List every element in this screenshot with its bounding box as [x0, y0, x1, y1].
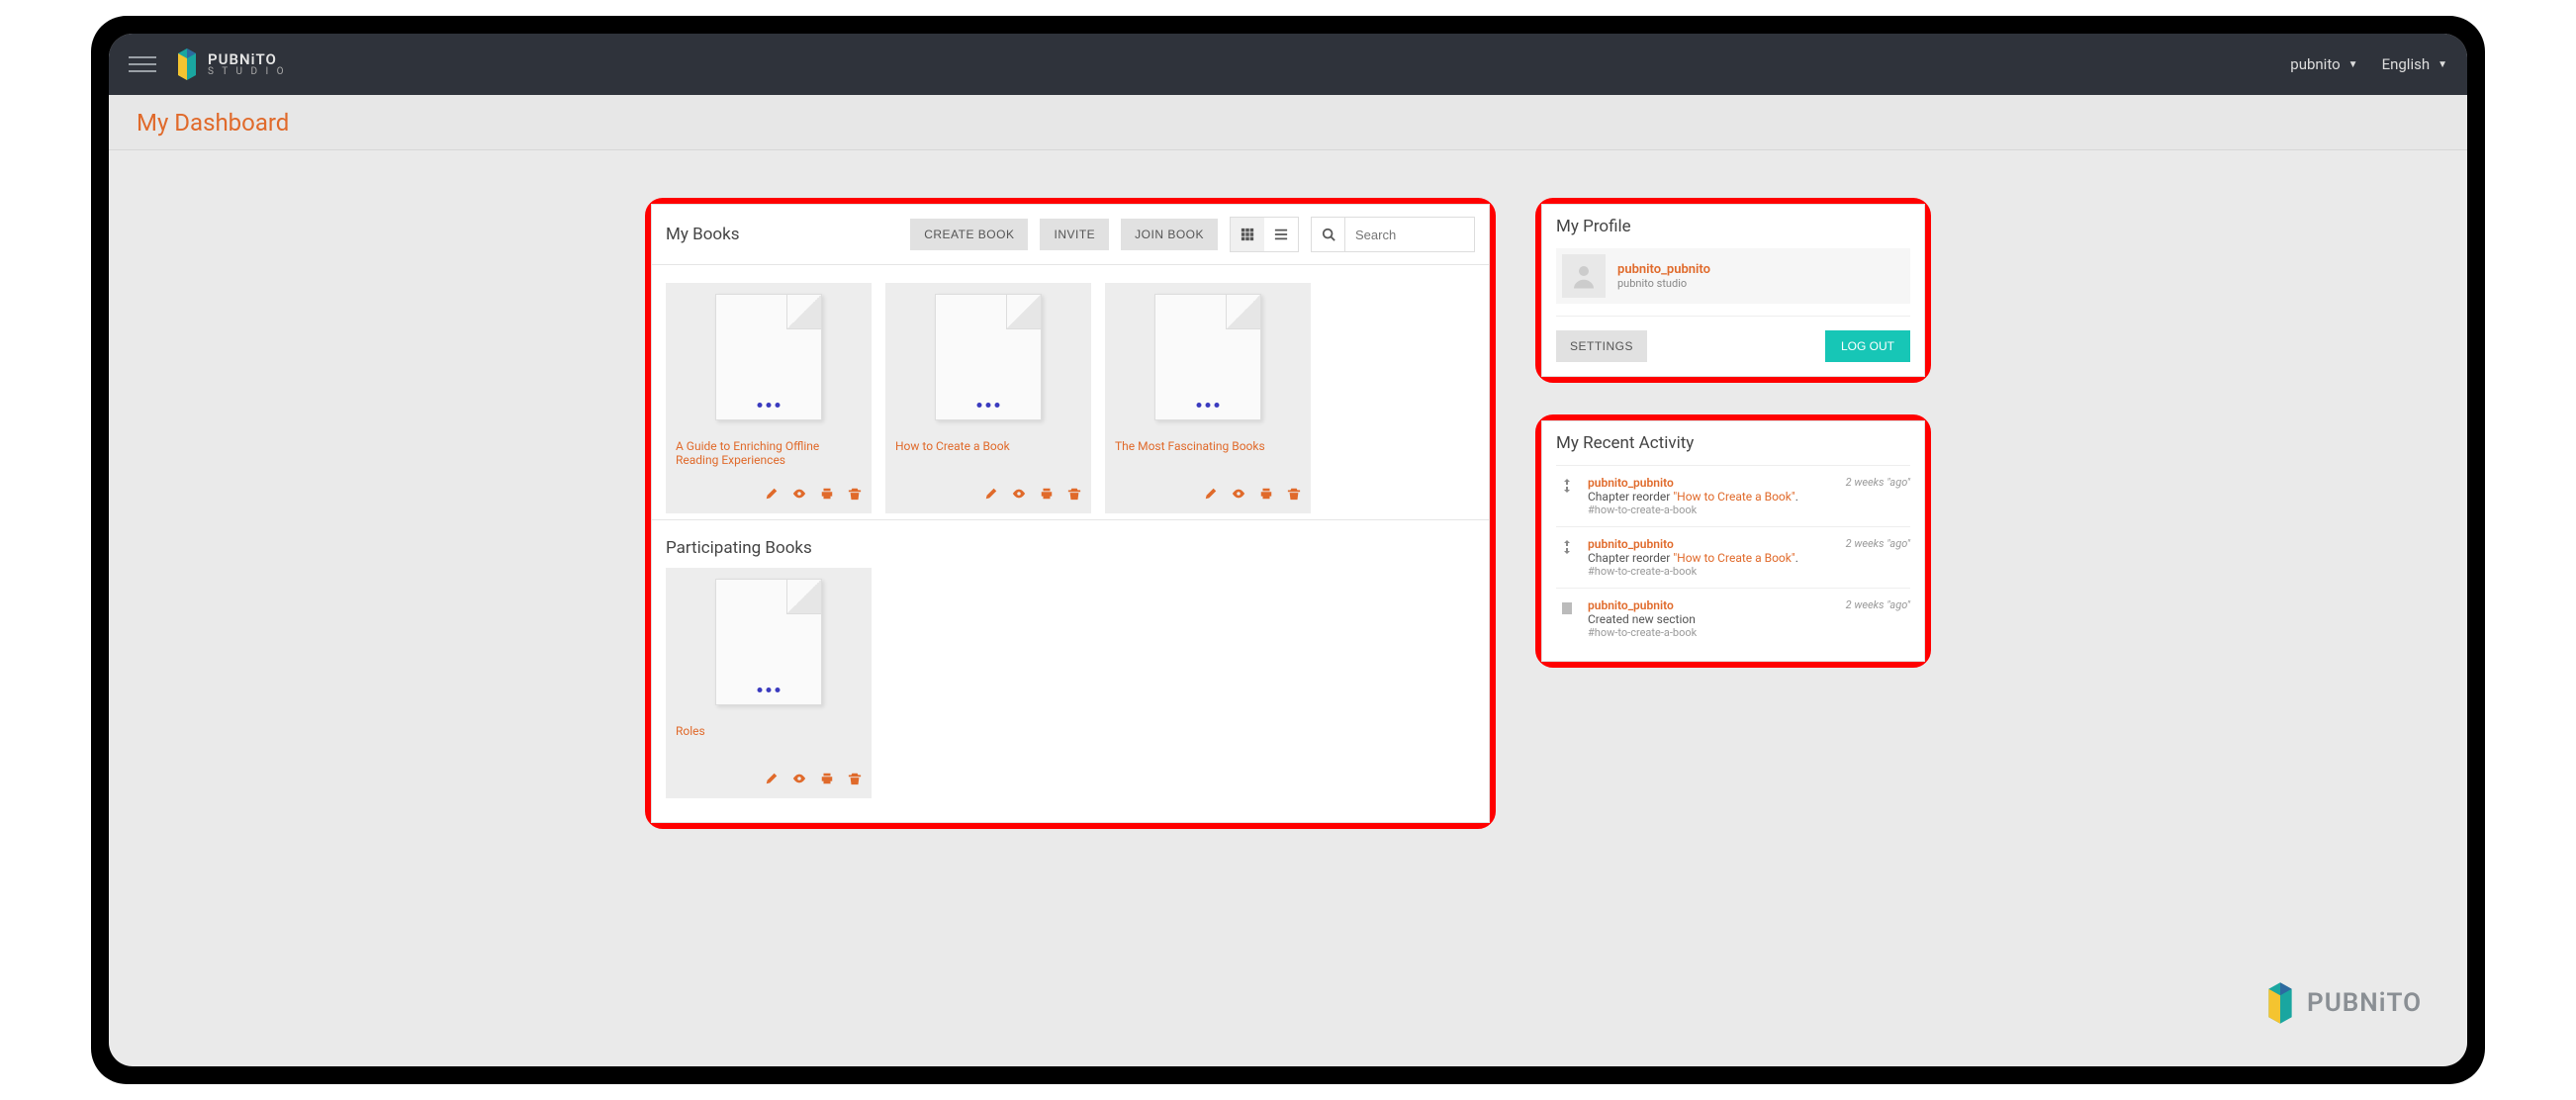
search-icon: [1322, 228, 1335, 241]
user-dropdown[interactable]: pubnito ▼: [2290, 55, 2357, 73]
book-cover: [666, 568, 872, 716]
logo-icon: [2263, 981, 2297, 1025]
activity-list: pubnito_pubnito Chapter reorder "How to …: [1556, 465, 1910, 649]
mybooks-title: My Books: [666, 225, 739, 244]
brand-sub: S T U D I O: [208, 67, 287, 77]
book-card[interactable]: How to Create a Book: [885, 283, 1091, 513]
edit-icon[interactable]: [765, 772, 779, 788]
activity-tag: #how-to-create-a-book: [1588, 504, 1836, 516]
activity-time: 2 weeks "ago": [1846, 598, 1910, 639]
view-icon[interactable]: [1012, 487, 1026, 504]
books-panel: My Books CREATE BOOK INVITE JOIN BOOK: [645, 198, 1496, 829]
edit-icon[interactable]: [984, 487, 998, 504]
participating-grid: Roles: [666, 568, 1475, 816]
book-title: The Most Fascinating Books: [1105, 431, 1311, 483]
activity-panel: My Recent Activity pubnito_pubnito Chapt…: [1535, 414, 1931, 668]
activity-user: pubnito_pubnito: [1588, 537, 1674, 551]
activity-tag: #how-to-create-a-book: [1588, 565, 1836, 578]
profile-panel: My Profile pubnito_pubnito pubnito studi…: [1535, 198, 1931, 383]
activity-icon: [1556, 537, 1578, 578]
view-icon[interactable]: [1232, 487, 1245, 504]
delete-icon[interactable]: [848, 772, 862, 788]
book-title: How to Create a Book: [885, 431, 1091, 483]
settings-button[interactable]: SETTINGS: [1556, 330, 1647, 362]
activity-user: pubnito_pubnito: [1588, 476, 1674, 490]
book-title: A Guide to Enriching Offline Reading Exp…: [666, 431, 872, 483]
watermark-logo: PUBNiTO: [2263, 981, 2422, 1025]
language-dropdown-label: English: [2382, 55, 2431, 73]
activity-time: 2 weeks "ago": [1846, 476, 1910, 516]
list-view-button[interactable]: [1264, 218, 1298, 251]
titlebar: My Dashboard: [109, 95, 2467, 150]
book-card[interactable]: Roles: [666, 568, 872, 798]
edit-icon[interactable]: [1204, 487, 1218, 504]
activity-icon: [1556, 476, 1578, 516]
activity-time: 2 weeks "ago": [1846, 537, 1910, 578]
caret-down-icon: ▼: [2348, 59, 2358, 70]
print-icon[interactable]: [820, 487, 834, 504]
logout-button[interactable]: LOG OUT: [1825, 330, 1910, 362]
language-dropdown[interactable]: English ▼: [2382, 55, 2447, 73]
delete-icon[interactable]: [848, 487, 862, 504]
view-mode-toggle: [1230, 217, 1299, 252]
print-icon[interactable]: [820, 772, 834, 788]
profile-org: pubnito studio: [1617, 277, 1710, 290]
topbar: PUBNiTO S T U D I O pubnito ▼ English ▼: [109, 34, 2467, 95]
activity-tag: #how-to-create-a-book: [1588, 626, 1836, 639]
view-icon[interactable]: [792, 772, 806, 788]
join-book-button[interactable]: JOIN BOOK: [1121, 219, 1218, 250]
search-button[interactable]: [1312, 218, 1345, 251]
activity-item: pubnito_pubnito Created new section #how…: [1556, 588, 1910, 649]
logo[interactable]: PUBNiTO S T U D I O: [174, 47, 287, 81]
delete-icon[interactable]: [1067, 487, 1081, 504]
caret-down-icon: ▼: [2438, 59, 2447, 70]
profile-title: My Profile: [1556, 217, 1910, 236]
activity-title: My Recent Activity: [1556, 433, 1910, 453]
book-card[interactable]: A Guide to Enriching Offline Reading Exp…: [666, 283, 872, 513]
participating-title: Participating Books: [666, 538, 1475, 558]
edit-icon[interactable]: [765, 487, 779, 504]
page-title: My Dashboard: [137, 109, 289, 137]
book-cover: [1105, 283, 1311, 431]
view-icon[interactable]: [792, 487, 806, 504]
search: [1311, 217, 1475, 252]
delete-icon[interactable]: [1287, 487, 1301, 504]
profile-row[interactable]: pubnito_pubnito pubnito studio: [1556, 248, 1910, 304]
book-title: Roles: [666, 716, 872, 768]
search-input[interactable]: [1345, 218, 1474, 251]
book-cover: [885, 283, 1091, 431]
print-icon[interactable]: [1040, 487, 1054, 504]
avatar: [1562, 254, 1606, 298]
brand-name: PUBNiTO: [208, 52, 287, 67]
grid-view-button[interactable]: [1231, 218, 1264, 251]
activity-item: pubnito_pubnito Chapter reorder "How to …: [1556, 465, 1910, 526]
create-book-button[interactable]: CREATE BOOK: [910, 219, 1028, 250]
book-cover: [666, 283, 872, 431]
activity-item: pubnito_pubnito Chapter reorder "How to …: [1556, 526, 1910, 588]
activity-icon: [1556, 598, 1578, 639]
invite-button[interactable]: INVITE: [1040, 219, 1109, 250]
user-icon: [1569, 261, 1599, 291]
logo-icon: [174, 47, 200, 81]
activity-user: pubnito_pubnito: [1588, 598, 1674, 612]
print-icon[interactable]: [1259, 487, 1273, 504]
watermark-brand: PUBNiTO: [2307, 988, 2422, 1018]
book-card[interactable]: The Most Fascinating Books: [1105, 283, 1311, 513]
user-dropdown-label: pubnito: [2290, 55, 2340, 73]
mybooks-grid: A Guide to Enriching Offline Reading Exp…: [652, 265, 1489, 520]
menu-icon[interactable]: [129, 50, 156, 78]
profile-username: pubnito_pubnito: [1617, 262, 1710, 277]
